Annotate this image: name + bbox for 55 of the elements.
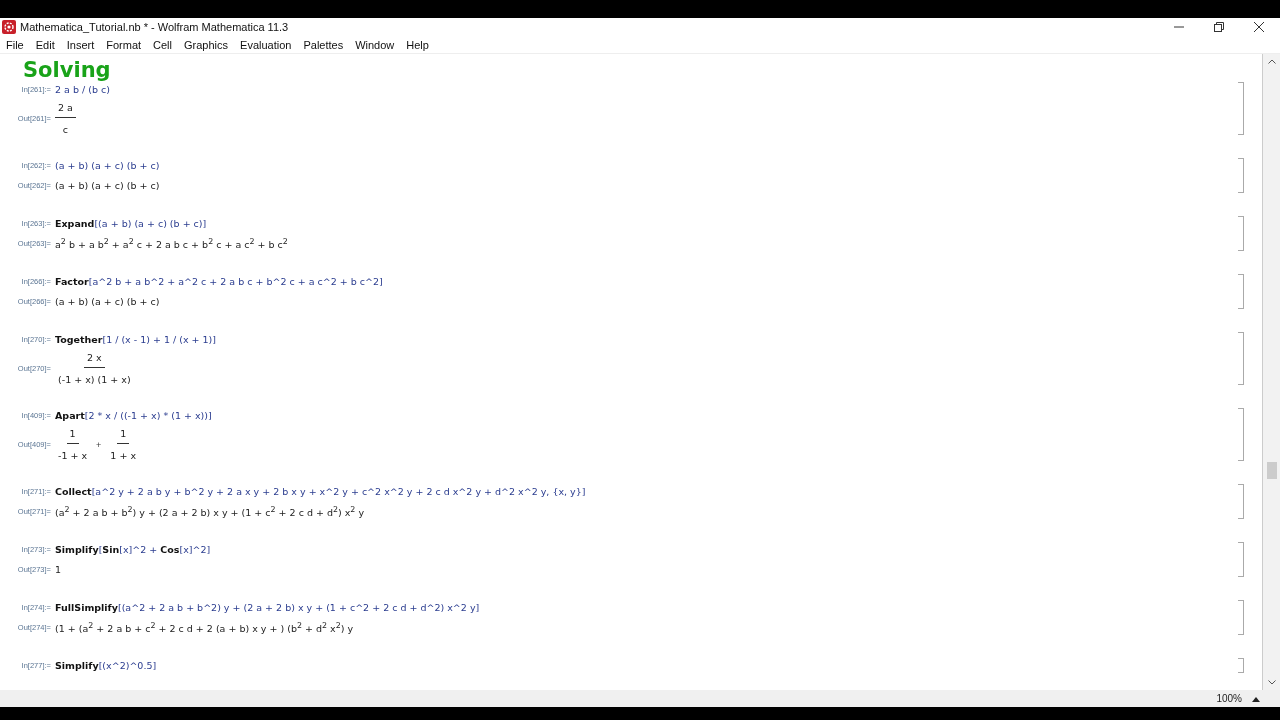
output-expression: (1 + (a$^{2}$ + 2 a b + c$^{2}$ + 2 c d + 2 (a + b) x y + ) (b$^{2}$ + d$^{2}$ x$^{2}$) y bbox=[55, 620, 354, 635]
up-caret-icon[interactable] bbox=[1252, 695, 1260, 702]
cell-bracket[interactable] bbox=[1238, 216, 1244, 251]
menu-item[interactable]: Edit bbox=[35, 38, 55, 51]
cell-bracket[interactable] bbox=[1238, 484, 1244, 519]
numerator: 1 bbox=[117, 428, 130, 444]
denominator: c bbox=[61, 123, 70, 135]
input-expression[interactable]: (a + b) (a + c) (b + c) bbox=[55, 160, 160, 171]
output-expression: (a + b) (a + c) (b + c) bbox=[55, 296, 160, 307]
window-title: Mathematica_Tutorial.nb * - Wolfram Mathematica 11.3 bbox=[20, 21, 290, 33]
cell-bracket[interactable] bbox=[1238, 408, 1244, 461]
numerator: 2 a bbox=[55, 102, 76, 118]
output-expression: (a + b) (a + c) (b + c) bbox=[55, 180, 160, 191]
cell-bracket[interactable] bbox=[1238, 332, 1244, 385]
cell-bracket[interactable] bbox=[1238, 658, 1244, 673]
scrollbar[interactable] bbox=[1263, 54, 1280, 690]
input-expression[interactable]: Simplify[(x^2)^0.5] bbox=[55, 660, 157, 671]
menu-item[interactable]: Help bbox=[406, 38, 429, 51]
menu-item[interactable]: Window bbox=[355, 38, 395, 51]
menu-item[interactable]: File bbox=[6, 38, 24, 51]
input-expression[interactable]: Expand[(a + b) (a + c) (b + c)] bbox=[55, 218, 207, 229]
cell-bracket[interactable] bbox=[1238, 274, 1244, 309]
menu-item[interactable]: Palettes bbox=[303, 38, 344, 51]
numerator: 1 bbox=[66, 428, 79, 444]
scroll-down-icon[interactable] bbox=[1267, 680, 1276, 685]
output-expression: (a$^{2}$ + 2 a b + b$^{2}$) y + (2 a + 2 b) x y + (1 + c$^{2}$ + 2 c d + d$^{2}$) x$^{2}$ y bbox=[55, 504, 365, 519]
input-expression[interactable]: Simplify[Sin[x]^2 + Cos[x]^2] bbox=[55, 544, 211, 555]
input-expression[interactable]: Collect[a^2 y + 2 a b y + b^2 y + 2 a x y + 2 b x y + x^2 y + c^2 x^2 y + 2 c d x^2 y + d^2 x^2 y, {x, y}] bbox=[55, 486, 586, 497]
output-expression: a$^{2}$ b + a b$^{2}$ + a$^{2}$ c + 2 a b c + b$^{2}$ c + a c$^{2}$ + b c$^{2}$ bbox=[55, 236, 288, 251]
menu-item[interactable]: Insert bbox=[66, 38, 95, 51]
cell-bracket[interactable] bbox=[1238, 600, 1244, 635]
scroll-thumb[interactable] bbox=[1266, 462, 1277, 479]
input-expression[interactable]: Together[1 / (x - 1) + 1 / (x + 1)] bbox=[55, 334, 217, 345]
cell-bracket[interactable] bbox=[1238, 82, 1244, 135]
plus-sign: + bbox=[96, 439, 102, 450]
denominator: (-1 + x) (1 + x) bbox=[57, 373, 132, 385]
output-expression: 1 bbox=[55, 564, 62, 575]
menu-item[interactable]: Format bbox=[106, 38, 142, 51]
denominator: 1 + x bbox=[109, 449, 138, 461]
menu-item[interactable]: Evaluation bbox=[240, 38, 292, 51]
input-expression[interactable]: Factor[a^2 b + a b^2 + a^2 c + 2 a b c + b^2 c + a c^2 + b c^2] bbox=[55, 276, 383, 287]
close-icon[interactable] bbox=[1254, 22, 1264, 32]
denominator: -1 + x bbox=[57, 449, 89, 461]
maximize-icon[interactable] bbox=[1214, 22, 1224, 32]
menu-item[interactable]: Graphics bbox=[184, 38, 229, 51]
section-title: Solving bbox=[22, 58, 112, 82]
zoom-level[interactable]: 100% bbox=[1216, 693, 1242, 704]
input-expression[interactable]: FullSimplify[(a^2 + 2 a b + b^2) y + (2 a + 2 b) x y + (1 + c^2 + 2 c d + d^2) x^2 y] bbox=[55, 602, 480, 613]
menu-item[interactable]: Cell bbox=[153, 38, 172, 51]
cell-bracket[interactable] bbox=[1238, 158, 1244, 193]
cell-bracket[interactable] bbox=[1238, 542, 1244, 577]
input-expression[interactable]: Apart[2 * x / ((-1 + x) * (1 + x))] bbox=[55, 410, 212, 421]
scroll-up-icon[interactable] bbox=[1267, 59, 1276, 64]
input-expression[interactable]: 2 a b / (b c) bbox=[55, 84, 110, 95]
numerator: 2 x bbox=[83, 352, 105, 368]
